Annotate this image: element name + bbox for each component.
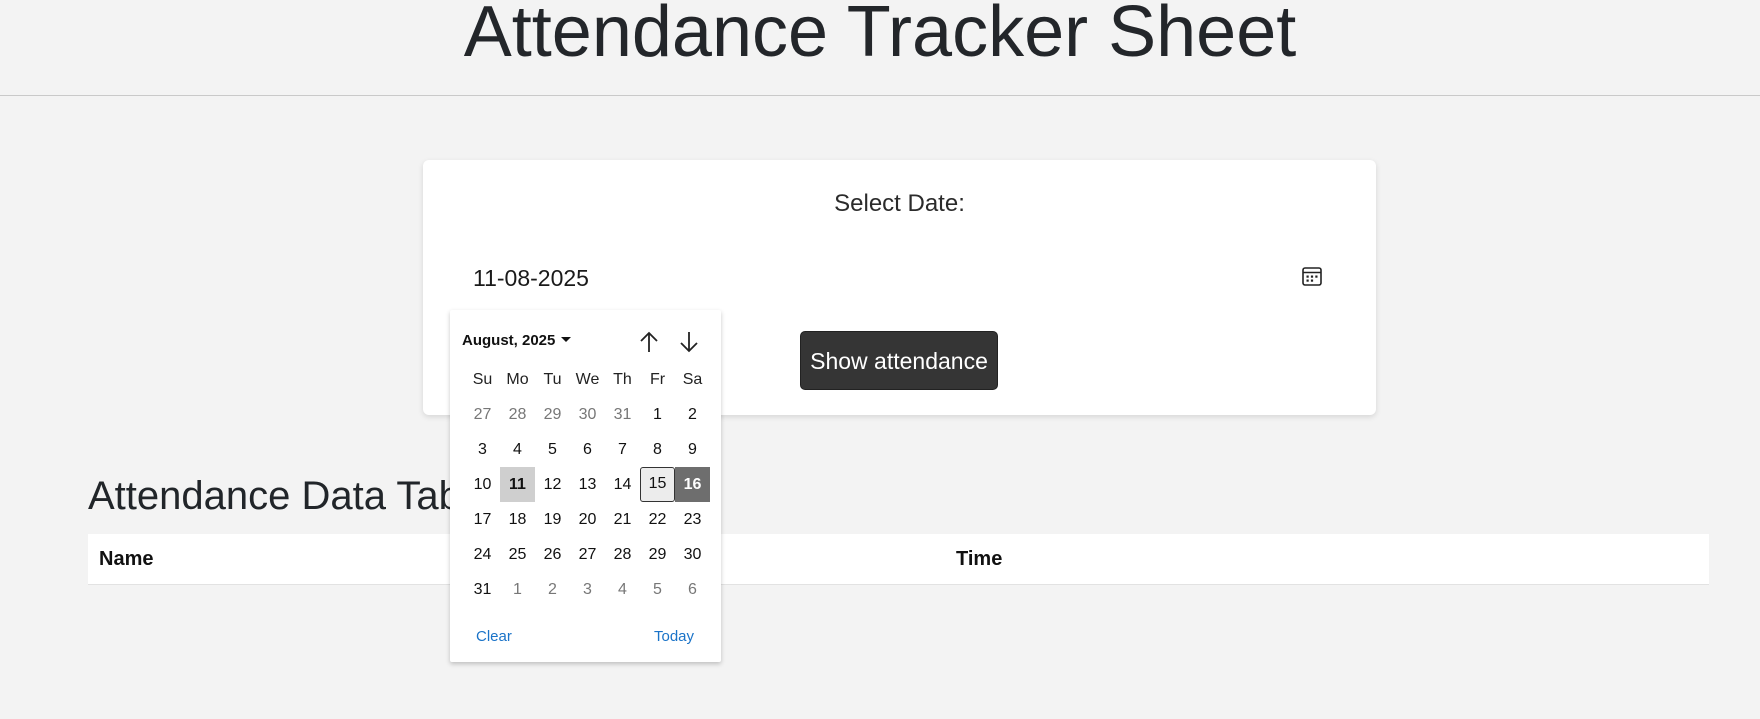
month-year-label: August, 2025 [462,332,556,349]
chevron-down-icon [561,337,572,342]
datepicker-popup: August, 2025 Su Mo Tu We Th Fr Sa 27 28 29 30 31 1 2 3… [450,310,721,662]
calendar-day[interactable]: 12 [535,467,570,502]
weekday-header: Su [472,371,493,388]
calendar-day[interactable]: 24 [465,537,500,572]
calendar-day[interactable]: 13 [570,467,605,502]
attendance-table: Name Time [88,534,1709,585]
calendar-day[interactable]: 28 [500,397,535,432]
calendar-icon[interactable] [1301,265,1323,287]
calendar-day[interactable]: 1 [500,572,535,607]
calendar-day[interactable]: 18 [500,502,535,537]
column-header-time: Time [956,548,1003,570]
calendar-day[interactable]: 31 [605,397,640,432]
calendar-day[interactable]: 23 [675,502,710,537]
table-title: Attendance Data Tab [88,474,461,518]
page-title: Attendance Tracker Sheet [463,0,1297,72]
calendar-day[interactable]: 22 [640,502,675,537]
weekday-header: Th [613,371,632,388]
calendar-day[interactable]: 30 [570,397,605,432]
today-button[interactable]: Today [654,628,694,645]
calendar-day[interactable]: 8 [640,432,675,467]
calendar-day[interactable]: 29 [640,537,675,572]
calendar-day[interactable]: 2 [675,397,710,432]
calendar-day[interactable]: 15 [640,467,675,502]
calendar-day[interactable]: 6 [570,432,605,467]
calendar-day[interactable]: 21 [605,502,640,537]
calendar-day[interactable]: 27 [570,537,605,572]
weekday-header: Sa [682,371,703,388]
page-header: Attendance Tracker Sheet [0,0,1760,96]
calendar-day[interactable]: 27 [465,397,500,432]
calendar-day[interactable]: 3 [570,572,605,607]
weekday-header: Fr [649,371,666,388]
calendar-day[interactable]: 14 [605,467,640,502]
calendar-day[interactable]: 6 [675,572,710,607]
calendar-day[interactable]: 1 [640,397,675,432]
calendar-day[interactable]: 19 [535,502,570,537]
calendar-day[interactable]: 7 [605,432,640,467]
calendar-day[interactable]: 26 [535,537,570,572]
arrow-down-icon[interactable] [675,328,703,356]
weekday-header: We [575,371,600,388]
month-year-select[interactable]: August, 2025 [462,332,572,349]
calendar-day[interactable]: 5 [535,432,570,467]
calendar-day[interactable]: 11 [500,467,535,502]
calendar-day[interactable]: 4 [605,572,640,607]
calendar-day[interactable]: 31 [465,572,500,607]
calendar-day[interactable]: 20 [570,502,605,537]
calendar-day[interactable]: 4 [500,432,535,467]
weekday-header: Mo [506,371,529,388]
calendar-day[interactable]: 9 [675,432,710,467]
show-attendance-button[interactable]: Show attendance [800,331,998,390]
calendar-day[interactable]: 16 [675,467,710,502]
calendar-day[interactable]: 29 [535,397,570,432]
calendar-day[interactable]: 30 [675,537,710,572]
calendar-day[interactable]: 3 [465,432,500,467]
calendar-day[interactable]: 28 [605,537,640,572]
calendar-day[interactable]: 25 [500,537,535,572]
calendar-day[interactable]: 2 [535,572,570,607]
arrow-up-icon[interactable] [635,328,663,356]
clear-button[interactable]: Clear [476,628,512,645]
date-input[interactable]: 11-08-2025 [473,258,1323,298]
calendar-day[interactable]: 5 [640,572,675,607]
date-input-value: 11-08-2025 [473,265,589,291]
calendar-day[interactable]: 17 [465,502,500,537]
calendar-day[interactable]: 10 [465,467,500,502]
select-date-label: Select Date: [834,190,965,217]
weekday-header: Tu [543,371,562,388]
column-header-name: Name [99,548,154,570]
